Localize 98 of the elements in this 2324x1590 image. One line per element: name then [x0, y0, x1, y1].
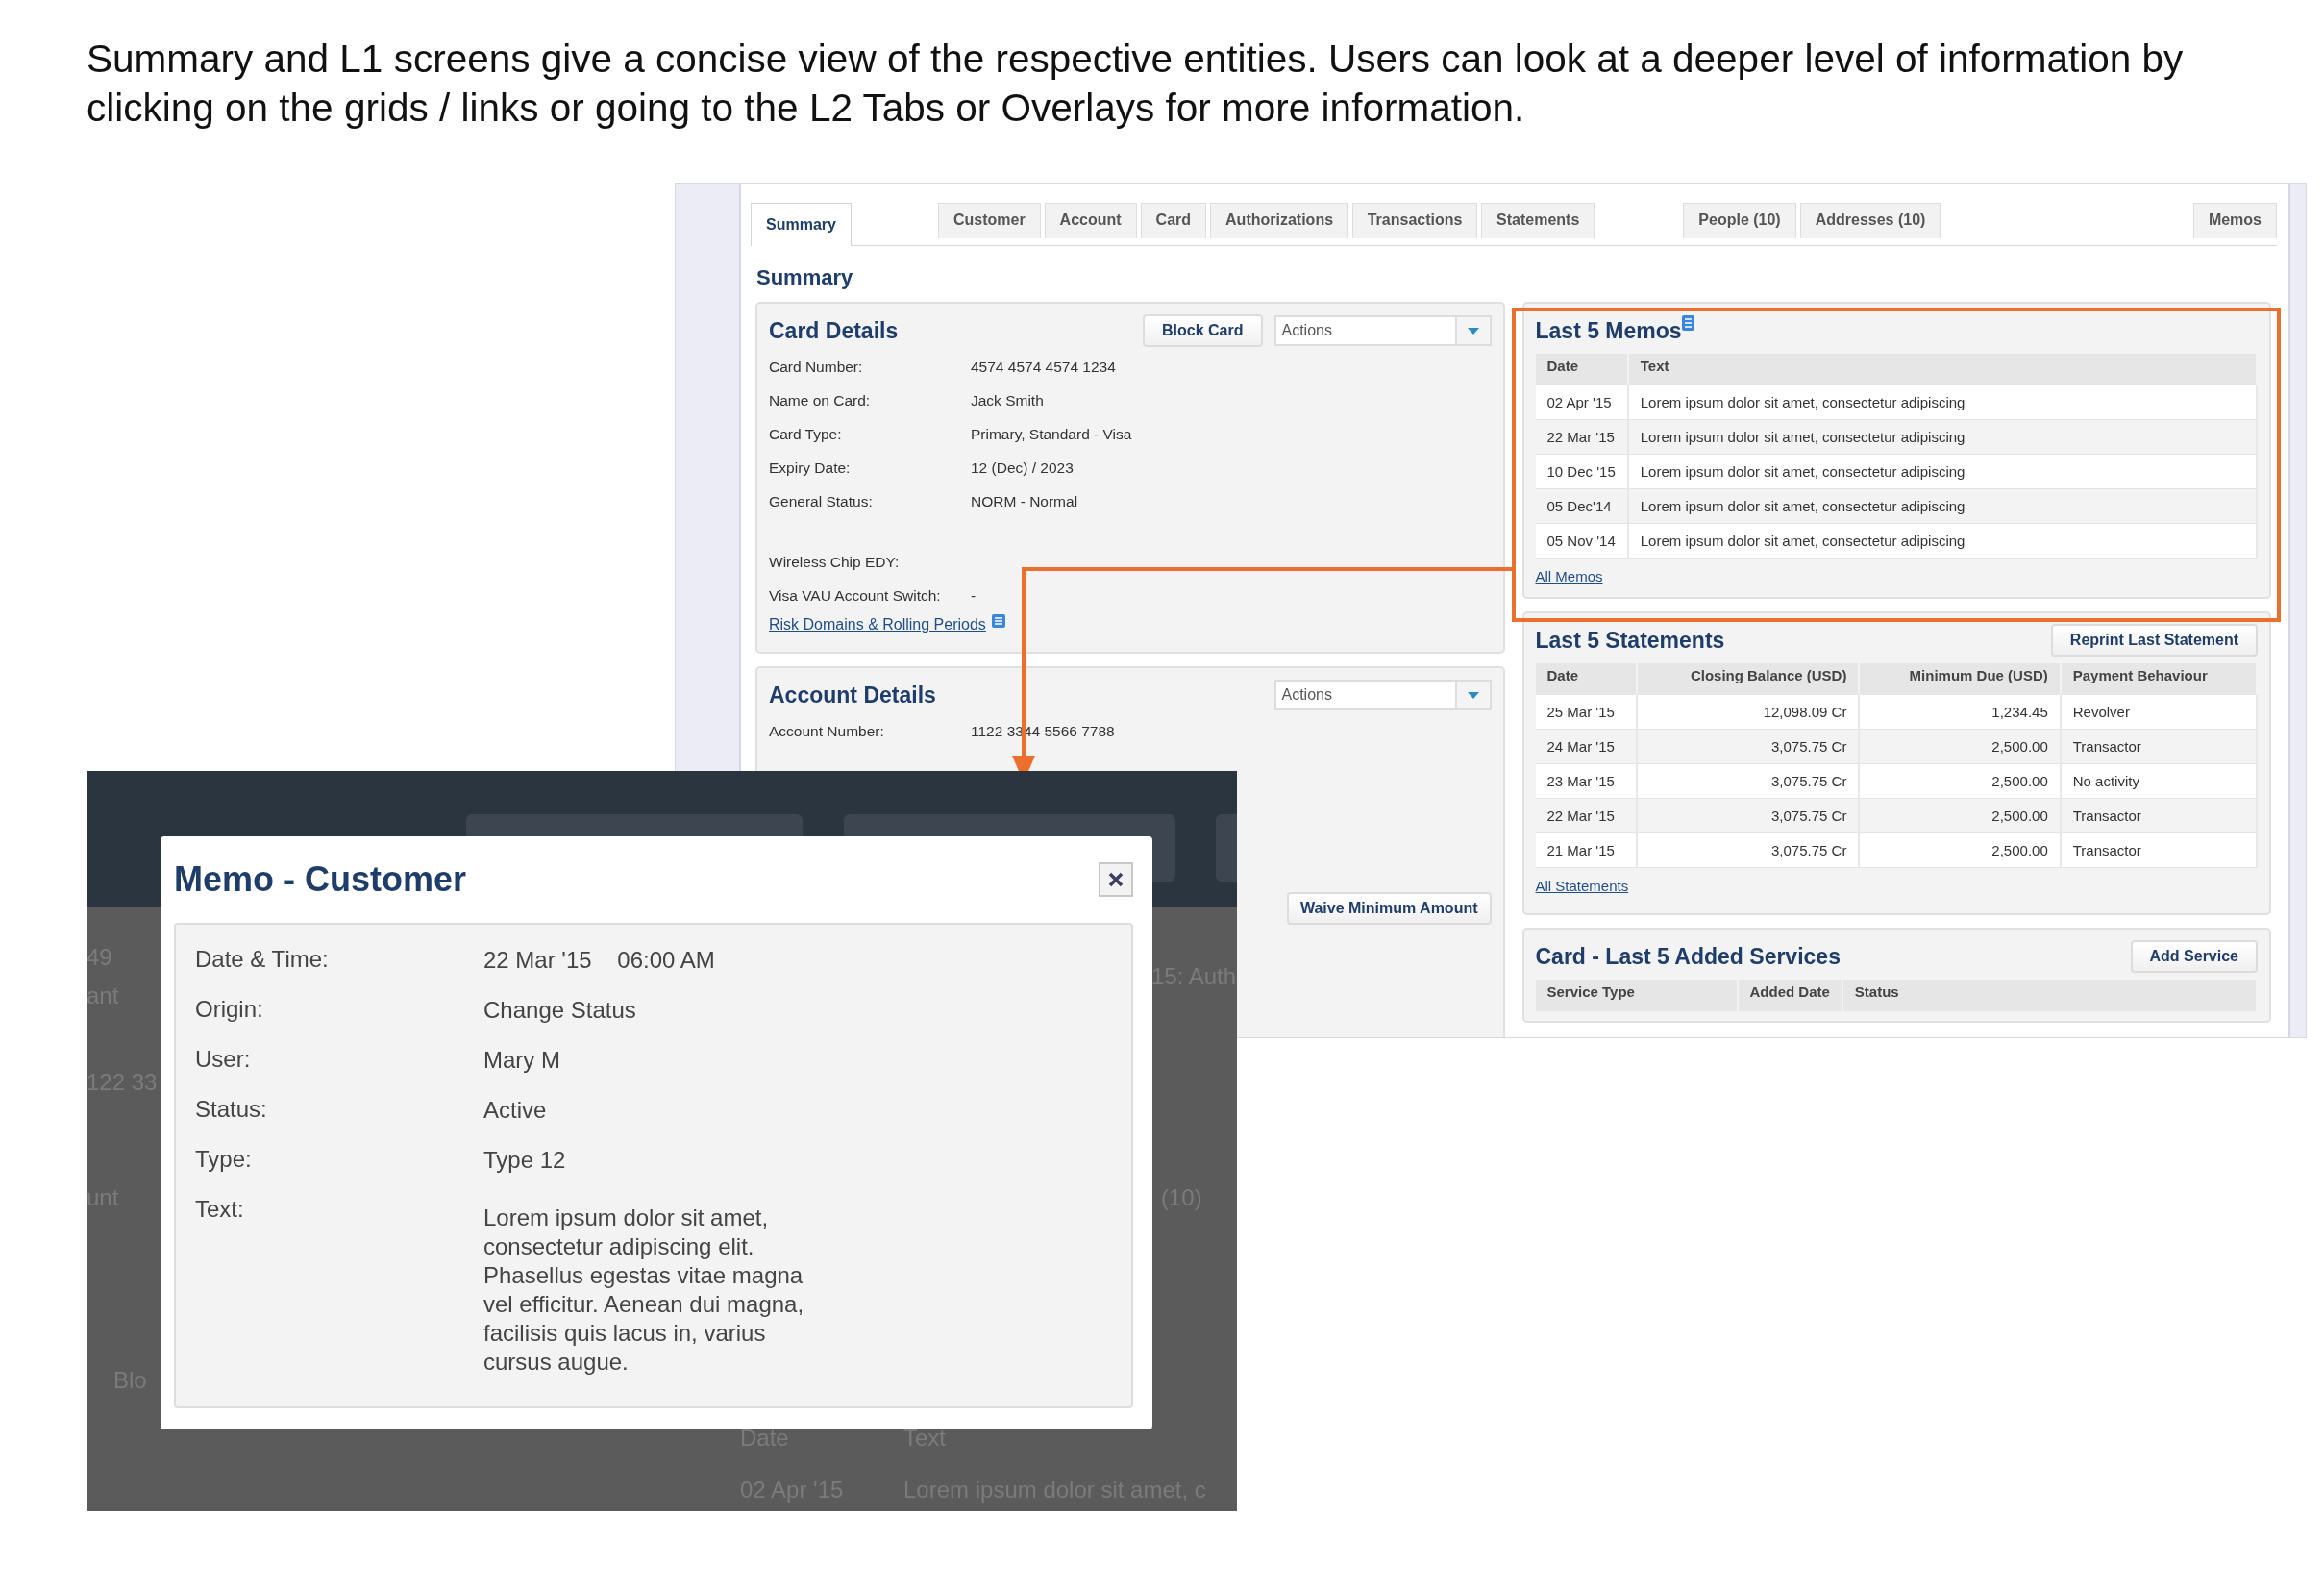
table-cell: 3,075.75 Cr	[1636, 832, 1860, 868]
list-icon[interactable]	[991, 614, 1005, 628]
field-label: Status:	[195, 1096, 268, 1124]
table-cell: Transactor	[2060, 798, 2257, 833]
field-value: Primary, Standard - Visa	[971, 425, 1132, 443]
table-cell: 21 Mar '15	[1535, 832, 1637, 868]
tab[interactable]: Memos	[2192, 203, 2277, 238]
field-value: -	[971, 586, 977, 605]
panel-title: Card - Last 5 Added Services	[1535, 943, 1841, 970]
panel-title: Last 5 Statements	[1535, 627, 1725, 654]
field-value: 4574 4574 4574 1234	[971, 358, 1116, 376]
field-value: Jack Smith	[971, 391, 1044, 410]
field-value: Mary M	[483, 1046, 561, 1075]
field-value: Change Status	[483, 996, 637, 1025]
modal-title: Memo - Customer	[174, 859, 467, 900]
column-header: Date	[1535, 354, 1628, 385]
close-icon	[1108, 872, 1124, 887]
field-label: User:	[195, 1046, 252, 1074]
panel-title: Last 5 Memos	[1535, 317, 1682, 344]
column-header: Added Date	[1737, 980, 1842, 1011]
caret-icon	[1467, 327, 1479, 335]
table-cell: 12,098.09 Cr	[1636, 695, 1860, 730]
field-label: Origin:	[195, 996, 264, 1024]
field-label: Account Number:	[769, 722, 885, 740]
field-value: 22 Mar '15 06:00 AM	[483, 946, 716, 975]
column-header: Text	[1627, 354, 2257, 385]
intro-paragraph: Summary and L1 screens give a concise view of the respective entities. Users can look at a deeper level of information by clicking on the grids / links or going to the L2 Tabs or Overlays for more information.	[87, 36, 2185, 132]
table-cell: 22 Mar '15	[1535, 419, 1628, 455]
table-cell: 2,500.00	[1859, 832, 2061, 868]
column-header: Payment Behaviour	[2060, 663, 2257, 695]
field-label: Card Number:	[769, 358, 864, 376]
tab[interactable]: Addresses (10)	[1799, 203, 1941, 238]
table-cell: No activity	[2060, 763, 2257, 799]
field-label: Wireless Chip EDY:	[769, 553, 901, 571]
all-statements-link[interactable]: All Statements	[1535, 878, 1629, 894]
all-memos-link[interactable]: All Memos	[1535, 568, 1603, 584]
close-button[interactable]	[1099, 862, 1133, 897]
table-cell: 23 Mar '15	[1535, 763, 1637, 799]
table-cell: Lorem ipsum dolor sit amet, consectetur adipiscing	[1627, 523, 2257, 559]
tab[interactable]: Account	[1044, 203, 1137, 238]
panel-title: Account Details	[769, 682, 936, 708]
column-header: Status	[1842, 980, 2257, 1011]
column-header: Service Type	[1535, 980, 1738, 1011]
table-cell: 2,500.00	[1859, 763, 2061, 799]
field-value: 12 (Dec) / 2023	[971, 459, 1074, 477]
table-cell: 25 Mar '15	[1535, 695, 1637, 730]
table-cell: 2,500.00	[1859, 729, 2061, 764]
table-cell: 2,500.00	[1859, 798, 2061, 833]
field-label: Expiry Date:	[769, 459, 852, 477]
tab[interactable]: Card	[1140, 203, 1207, 238]
tab[interactable]: Summary	[751, 203, 852, 246]
field-label: General Status:	[769, 492, 874, 510]
table-cell: 3,075.75 Cr	[1636, 729, 1860, 764]
block-card-button[interactable]: Block Card	[1143, 314, 1263, 347]
waive-minimum-button[interactable]: Waive Minimum Amount	[1286, 892, 1492, 925]
tab[interactable]: People (10)	[1683, 203, 1796, 238]
field-label: Date & Time:	[195, 946, 330, 974]
table-cell: Transactor	[2060, 832, 2257, 868]
table-cell: 05 Nov '14	[1535, 523, 1628, 559]
field-label: Text:	[195, 1196, 245, 1224]
tab[interactable]: Statements	[1481, 203, 1595, 238]
table-cell: Lorem ipsum dolor sit amet, consectetur adipiscing	[1627, 385, 2257, 420]
table-cell: Lorem ipsum dolor sit amet, consectetur adipiscing	[1627, 454, 2257, 489]
field-label: Name on Card:	[769, 391, 872, 410]
actions-dropdown[interactable]: Actions	[1273, 315, 1492, 346]
list-icon[interactable]	[1681, 315, 1694, 331]
column-header: Closing Balance (USD)	[1636, 663, 1860, 695]
table-cell: 3,075.75 Cr	[1636, 763, 1860, 799]
field-label: Card Type:	[769, 425, 843, 443]
field-label: Visa VAU Account Switch:	[769, 586, 942, 605]
table-cell: 1,234.45	[1859, 695, 2061, 730]
caret-icon	[1467, 691, 1479, 699]
field-value: NORM - Normal	[971, 492, 1078, 510]
table-cell: Revolver	[2060, 695, 2257, 730]
actions-dropdown[interactable]: Actions	[1273, 680, 1492, 710]
table-cell: 10 Dec '15	[1535, 454, 1628, 489]
tab[interactable]: Customer	[937, 203, 1041, 238]
page-heading: Summary	[756, 265, 854, 290]
reprint-button[interactable]: Reprint Last Statement	[2050, 624, 2258, 657]
field-label: Type:	[195, 1146, 253, 1174]
field-value: Lorem ipsum dolor sit amet, consectetur adipiscing elit. Phasellus egestas vitae magna vel efficitur. Aenean dui magna, facilisis quis lacus in, varius cursus augue.	[483, 1204, 805, 1377]
table-cell: 24 Mar '15	[1535, 729, 1637, 764]
table-cell: Lorem ipsum dolor sit amet, consectetur adipiscing	[1627, 488, 2257, 524]
table-cell: 05 Dec'14	[1535, 488, 1628, 524]
table-cell: 3,075.75 Cr	[1636, 798, 1860, 833]
field-value: Type 12	[483, 1146, 567, 1175]
panel-title: Card Details	[769, 317, 899, 344]
risk-domains-link[interactable]: Risk Domains & Rolling Periods	[769, 616, 986, 634]
table-cell: 02 Apr '15	[1535, 385, 1628, 420]
tab[interactable]: Authorizations	[1210, 203, 1349, 238]
table-cell: Transactor	[2060, 729, 2257, 764]
column-header: Date	[1535, 663, 1637, 695]
table-cell: 22 Mar '15	[1535, 798, 1637, 833]
column-header: Minimum Due (USD)	[1859, 663, 2061, 695]
add-service-button[interactable]: Add Service	[2130, 940, 2258, 973]
tab[interactable]: Transactions	[1352, 203, 1478, 238]
table-cell: Lorem ipsum dolor sit amet, consectetur adipiscing	[1627, 419, 2257, 455]
field-value: Active	[483, 1096, 548, 1125]
